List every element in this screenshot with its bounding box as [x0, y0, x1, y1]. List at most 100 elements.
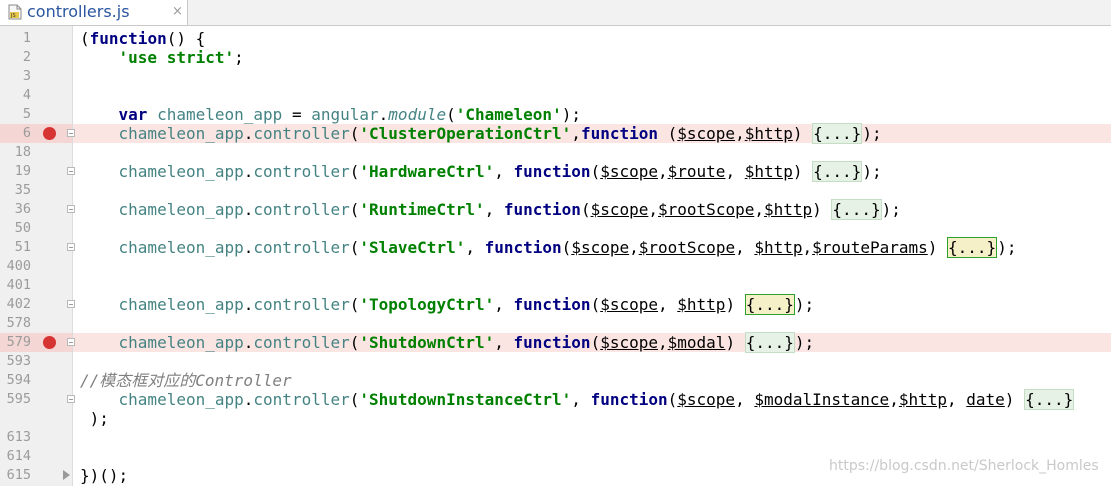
code-line[interactable]: 579 chameleon_app.controller('ShutdownCt…	[0, 332, 1111, 353]
code-token: function	[513, 333, 591, 352]
fold-toggle-icon[interactable]	[67, 129, 75, 137]
close-icon[interactable]: ×	[172, 3, 183, 21]
code-line[interactable]: 5 var chameleon_app = angular.module('Ch…	[0, 105, 1111, 124]
code-token: )	[725, 295, 745, 314]
code-text[interactable]: chameleon_app.controller('SlaveCtrl', fu…	[80, 237, 1017, 258]
code-text[interactable]: chameleon_app.controller('ShutdownCtrl',…	[80, 332, 814, 353]
code-token: (	[349, 124, 360, 143]
code-line[interactable]: 50	[0, 219, 1111, 238]
code-line[interactable]: 36 chameleon_app.controller('RuntimeCtrl…	[0, 199, 1111, 220]
code-line[interactable]: 3	[0, 67, 1111, 86]
code-line[interactable]: 595 chameleon_app.controller('ShutdownIn…	[0, 389, 1111, 410]
line-number: 594	[6, 372, 31, 388]
code-text[interactable]: })();	[80, 466, 128, 485]
code-token: (	[658, 124, 678, 143]
code-token: );	[862, 124, 882, 143]
code-token: function	[513, 162, 591, 181]
folded-code-block[interactable]: {...}	[812, 161, 863, 182]
code-line[interactable]: 593	[0, 352, 1111, 371]
line-number: 578	[6, 315, 31, 331]
code-token: (	[349, 390, 360, 409]
code-token: var	[118, 105, 148, 124]
folded-code-block[interactable]: {...}	[812, 123, 863, 144]
folded-code-block[interactable]: {...}	[744, 332, 795, 353]
folded-code-block[interactable]: {...}	[831, 199, 882, 220]
breakpoint-icon[interactable]	[43, 336, 56, 349]
fold-toggle-icon[interactable]	[67, 167, 75, 175]
code-text[interactable]: chameleon_app.controller('RuntimeCtrl', …	[80, 199, 901, 220]
fold-end-arrow-icon[interactable]	[63, 470, 70, 480]
code-text[interactable]: //模态框对应的Controller	[80, 371, 292, 390]
tab-controllers-js[interactable]: JS controllers.js ×	[0, 0, 188, 25]
code-line[interactable]: 400	[0, 257, 1111, 276]
code-token: ,	[754, 200, 764, 219]
code-token: )	[725, 333, 745, 352]
line-number: 402	[6, 296, 31, 312]
folded-code-block[interactable]: {...}	[744, 294, 795, 315]
code-token: $modalInstance	[754, 390, 890, 409]
line-number: 4	[22, 87, 31, 103]
code-line[interactable]: 19 chameleon_app.controller('HardwareCtr…	[0, 161, 1111, 182]
code-token: $http	[754, 238, 803, 257]
code-token: $http	[744, 162, 793, 181]
code-line[interactable]: 594 //模态框对应的Controller	[0, 371, 1111, 390]
code-token: angular	[311, 105, 379, 124]
code-line[interactable]: 402 chameleon_app.controller('TopologyCt…	[0, 294, 1111, 315]
code-line[interactable]: 4	[0, 86, 1111, 105]
code-token: $http	[898, 390, 947, 409]
line-number: 18	[14, 144, 31, 160]
code-line[interactable]: 6 chameleon_app.controller('ClusterOpera…	[0, 123, 1111, 144]
code-text[interactable]: chameleon_app.controller('ClusterOperati…	[80, 123, 882, 144]
code-line[interactable]: 51 chameleon_app.controller('SlaveCtrl',…	[0, 237, 1111, 258]
fold-toggle-icon[interactable]	[67, 338, 75, 346]
code-token: );	[881, 200, 901, 219]
code-token: 'RuntimeCtrl'	[359, 200, 485, 219]
code-text[interactable]: );	[80, 409, 109, 428]
code-line[interactable]: 2 'use strict';	[0, 48, 1111, 67]
code-text[interactable]: chameleon_app.controller('HardwareCtrl',…	[80, 161, 882, 182]
code-token: $scope	[571, 238, 630, 257]
code-token: ,	[889, 390, 899, 409]
code-line[interactable]: 578	[0, 314, 1111, 333]
code-token: );	[794, 295, 815, 314]
code-text[interactable]: chameleon_app.controller('TopologyCtrl',…	[80, 294, 815, 315]
fold-toggle-icon[interactable]	[67, 243, 75, 251]
breakpoint-icon[interactable]	[43, 127, 56, 140]
code-text[interactable]: var chameleon_app = angular.module('Cham…	[80, 105, 581, 124]
folded-code-block[interactable]: {...}	[947, 237, 998, 258]
code-token: date	[966, 390, 1005, 409]
code-line[interactable]: );	[0, 409, 1111, 428]
code-line[interactable]: 18	[0, 143, 1111, 162]
code-text[interactable]: 'use strict';	[80, 48, 244, 67]
fold-toggle-icon[interactable]	[67, 395, 75, 403]
code-token: controller	[253, 333, 350, 352]
code-token: 'TopologyCtrl'	[359, 295, 495, 314]
line-number: 36	[14, 201, 31, 217]
code-token: controller	[253, 295, 350, 314]
code-token: $http	[763, 200, 813, 219]
line-number: 35	[14, 182, 31, 198]
code-token: () {	[166, 29, 206, 48]
code-token: (	[80, 29, 90, 48]
code-token: (	[590, 333, 601, 352]
code-token: 'Chameleon'	[455, 105, 562, 124]
code-text[interactable]: (function() {	[80, 29, 205, 48]
code-line[interactable]: 1 (function() {	[0, 29, 1111, 48]
fold-toggle-icon[interactable]	[67, 205, 75, 213]
folded-code-block[interactable]: {...}	[1024, 389, 1075, 410]
code-line[interactable]: 35	[0, 181, 1111, 200]
fold-toggle-icon[interactable]	[67, 300, 75, 308]
code-line[interactable]: 401	[0, 276, 1111, 295]
code-token: (	[349, 200, 360, 219]
code-token: (	[590, 295, 601, 314]
code-text[interactable]: chameleon_app.controller('ShutdownInstan…	[80, 389, 1075, 410]
code-token: $scope	[600, 333, 658, 352]
code-line[interactable]: 613	[0, 428, 1111, 447]
code-token: ,	[629, 238, 639, 257]
line-number: 613	[6, 429, 31, 445]
code-token: .	[243, 238, 254, 257]
code-token: );	[997, 238, 1017, 257]
line-number: 400	[6, 258, 31, 274]
